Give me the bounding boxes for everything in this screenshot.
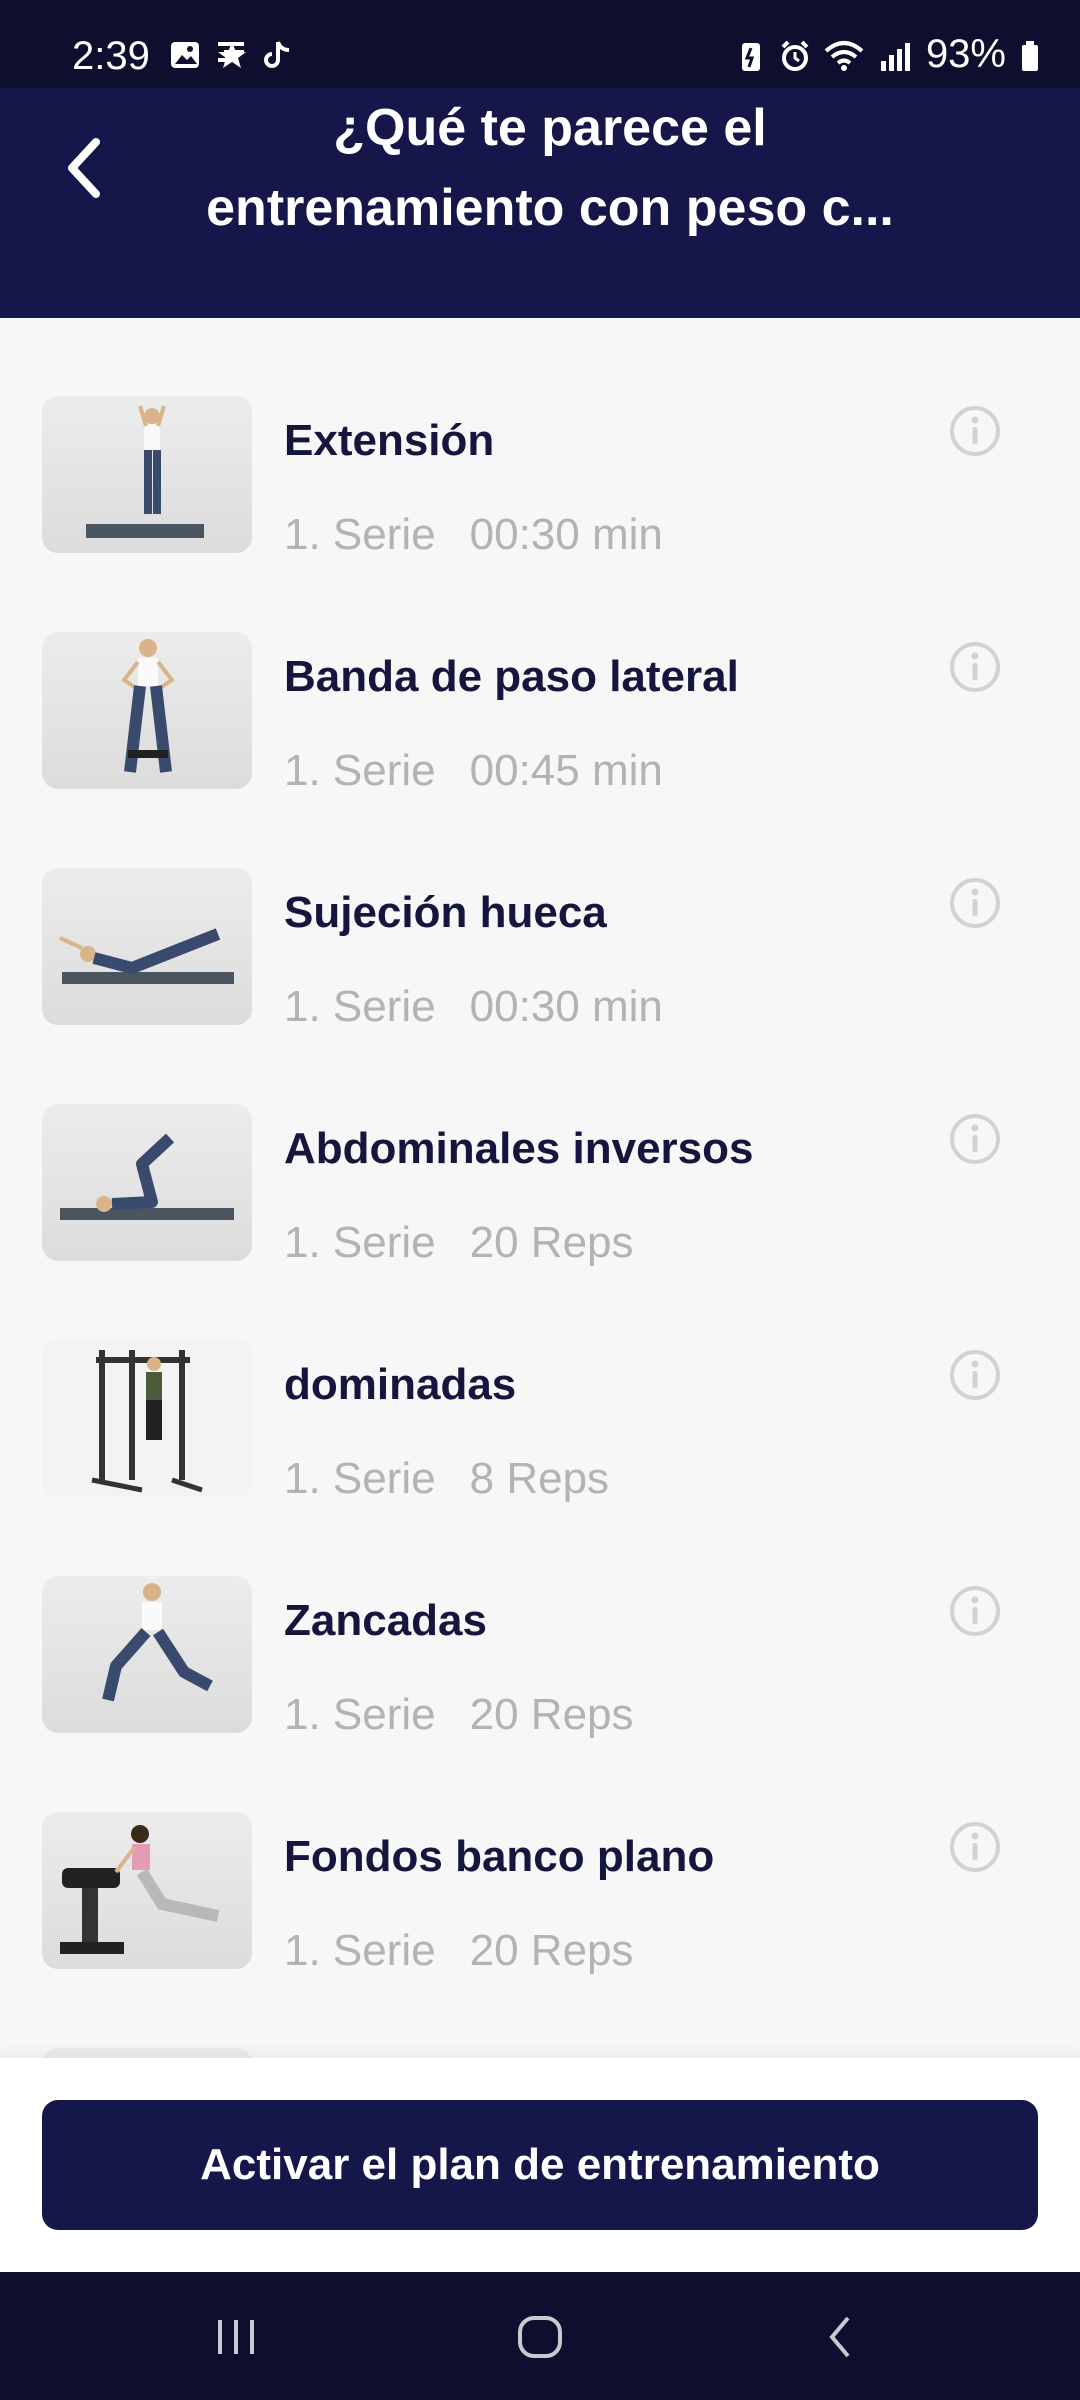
header: ¿Qué te parece el entrenamiento con peso… xyxy=(0,88,1080,318)
exercise-sets: 1. Serie xyxy=(284,1454,436,1503)
back-button[interactable] xyxy=(50,128,130,208)
system-back-button[interactable] xyxy=(812,2310,872,2364)
info-icon xyxy=(950,1822,1000,1872)
home-button[interactable] xyxy=(510,2310,570,2364)
exercise-thumbnail xyxy=(42,1576,252,1733)
exercise-name: Sujeción hueca xyxy=(284,888,607,937)
gallery-icon xyxy=(168,38,202,72)
info-button[interactable] xyxy=(948,1112,1002,1166)
tiktok-icon xyxy=(260,38,294,72)
recent-apps-button[interactable] xyxy=(206,2310,266,2364)
exercise-name: Zancadas xyxy=(284,1596,487,1645)
exercise-amount: 00:45 min xyxy=(469,746,663,795)
page-title: ¿Qué te parece el entrenamiento con peso… xyxy=(206,99,894,237)
exercise-name: Abdominales inversos xyxy=(284,1124,754,1173)
exercise-row[interactable]: Extensión 1. Serie 00:30 min xyxy=(0,396,1080,632)
info-icon xyxy=(950,406,1000,456)
activate-plan-button[interactable]: Activar el plan de entrenamiento xyxy=(42,2100,1038,2230)
system-navigation-bar xyxy=(0,2272,1080,2400)
exercise-amount: 20 Reps xyxy=(469,1690,634,1739)
exercise-sets: 1. Serie xyxy=(284,746,436,795)
home-icon xyxy=(518,2316,562,2358)
exercise-name: Fondos banco plano xyxy=(284,1832,715,1881)
exercise-thumbnail xyxy=(42,1104,252,1261)
back-arrow-icon xyxy=(68,138,100,198)
exercise-sets: 1. Serie xyxy=(284,1218,436,1267)
battery-icon xyxy=(1020,38,1040,72)
exercise-thumbnail xyxy=(42,632,252,789)
info-button[interactable] xyxy=(948,876,1002,930)
info-button[interactable] xyxy=(948,1584,1002,1638)
exercise-row[interactable]: Banda de paso lateral 1. Serie 00:45 min xyxy=(0,632,1080,868)
exercise-sets: 1. Serie xyxy=(284,510,436,559)
exercise-thumbnail xyxy=(42,396,252,553)
info-icon xyxy=(950,878,1000,928)
info-icon xyxy=(950,1586,1000,1636)
exercise-row[interactable]: Fondos banco plano 1. Serie 20 Reps xyxy=(0,1812,1080,2048)
exercise-amount: 20 Reps xyxy=(469,1218,634,1267)
info-button[interactable] xyxy=(948,1348,1002,1402)
exercise-sets: 1. Serie xyxy=(284,1690,436,1739)
exercise-row[interactable]: dominadas 1. Serie 8 Reps xyxy=(0,1340,1080,1576)
exercise-thumbnail xyxy=(42,1340,252,1497)
exercise-name: Banda de paso lateral xyxy=(284,652,739,701)
exercise-thumbnail xyxy=(42,1812,252,1969)
exercise-thumbnail xyxy=(42,868,252,1025)
exercise-amount: 8 Reps xyxy=(469,1454,610,1503)
battery-percent: 93% xyxy=(925,32,1006,76)
exercise-row[interactable]: Sujeción hueca 1. Serie 00:30 min xyxy=(0,868,1080,1104)
signal-icon xyxy=(878,38,912,72)
exercise-row[interactable]: Abdominales inversos 1. Serie 20 Reps xyxy=(0,1104,1080,1340)
status-time: 2:39 xyxy=(72,34,150,78)
info-icon xyxy=(950,1114,1000,1164)
exercise-name: Extensión xyxy=(284,416,495,465)
exercise-sets: 1. Serie xyxy=(284,982,436,1031)
info-icon xyxy=(950,1350,1000,1400)
exercise-name: dominadas xyxy=(284,1360,517,1409)
exercise-sets: 1. Serie xyxy=(284,1926,436,1975)
alarm-icon xyxy=(780,38,810,72)
back-icon xyxy=(829,2316,850,2358)
app-notification-icon xyxy=(214,38,248,72)
bottom-action-area: Activar el plan de entrenamiento xyxy=(0,2058,1080,2272)
exercise-amount: 00:30 min xyxy=(469,982,663,1031)
recent-apps-icon xyxy=(218,2320,254,2354)
status-bar: 2:39 93% xyxy=(0,0,1080,88)
exercise-amount: 00:30 min xyxy=(469,510,663,559)
exercise-row[interactable]: Zancadas 1. Serie 20 Reps xyxy=(0,1576,1080,1812)
exercise-amount: 20 Reps xyxy=(469,1926,634,1975)
info-button[interactable] xyxy=(948,404,1002,458)
info-icon xyxy=(950,642,1000,692)
battery-saver-icon xyxy=(736,38,766,72)
info-button[interactable] xyxy=(948,640,1002,694)
info-button[interactable] xyxy=(948,1820,1002,1874)
wifi-icon xyxy=(824,38,864,72)
